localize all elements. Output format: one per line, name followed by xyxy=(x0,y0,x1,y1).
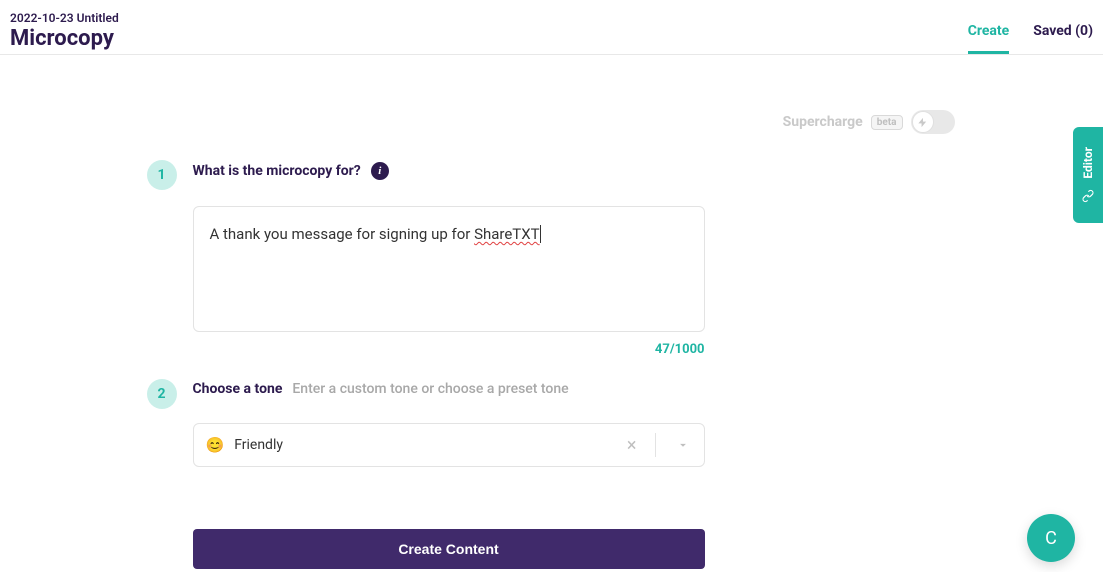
step-1-title-row: What is the microcopy for? i xyxy=(193,162,957,180)
create-content-button[interactable]: Create Content xyxy=(193,529,705,569)
select-divider xyxy=(655,433,656,457)
chevron-down-icon[interactable] xyxy=(666,438,696,452)
doc-title: Microcopy xyxy=(10,25,119,54)
step-1-number: 1 xyxy=(147,160,177,190)
step-2: 2 Choose a tone Enter a custom tone or c… xyxy=(147,381,957,411)
supercharge-toggle[interactable] xyxy=(911,110,955,134)
textarea-text-prefix: A thank you message for signing up for xyxy=(210,225,475,243)
tone-select-wrap: 😊 Friendly × xyxy=(193,423,705,467)
supercharge-label: Supercharge xyxy=(783,114,863,130)
toggle-knob xyxy=(912,111,934,133)
supercharge-row: Supercharge beta xyxy=(147,110,957,134)
beta-badge: beta xyxy=(871,115,903,130)
lightning-icon xyxy=(917,117,928,128)
editor-tab-label: Editor xyxy=(1081,147,1095,179)
tone-select[interactable]: 😊 Friendly × xyxy=(193,423,705,467)
page-header: 2022-10-23 Untitled Microcopy Create Sav… xyxy=(0,0,1103,55)
editor-side-tab[interactable]: Editor xyxy=(1073,127,1103,223)
char-count: 47/1000 xyxy=(193,342,705,357)
doc-date: 2022-10-23 Untitled xyxy=(10,11,119,25)
text-cursor xyxy=(540,225,541,243)
microcopy-textarea[interactable]: A thank you message for signing up for S… xyxy=(193,206,705,332)
step-2-hint: Enter a custom tone or choose a preset t… xyxy=(292,381,568,397)
step-1: 1 What is the microcopy for? i xyxy=(147,162,957,194)
step-1-body: What is the microcopy for? i xyxy=(193,162,957,194)
tab-create[interactable]: Create xyxy=(968,23,1010,54)
link-icon xyxy=(1081,189,1095,203)
tone-value: Friendly xyxy=(234,437,609,453)
textarea-text-spellcheck: ShareTXT xyxy=(474,225,540,243)
tone-emoji-icon: 😊 xyxy=(206,436,225,454)
step-2-body: Choose a tone Enter a custom tone or cho… xyxy=(193,381,957,411)
clear-icon[interactable]: × xyxy=(619,435,645,456)
step-2-title-row: Choose a tone Enter a custom tone or cho… xyxy=(193,381,957,397)
step-2-number: 2 xyxy=(147,379,177,409)
main-content: Supercharge beta 1 What is the microcopy… xyxy=(147,55,957,569)
header-left: 2022-10-23 Untitled Microcopy xyxy=(10,11,119,54)
tab-saved[interactable]: Saved (0) xyxy=(1033,23,1093,54)
header-tabs: Create Saved (0) xyxy=(968,8,1093,54)
info-icon[interactable]: i xyxy=(371,162,389,180)
step-1-title: What is the microcopy for? xyxy=(193,163,361,179)
step-2-title: Choose a tone xyxy=(193,381,283,397)
microcopy-input-wrap: A thank you message for signing up for S… xyxy=(193,206,705,357)
chat-fab[interactable]: C xyxy=(1027,514,1075,562)
